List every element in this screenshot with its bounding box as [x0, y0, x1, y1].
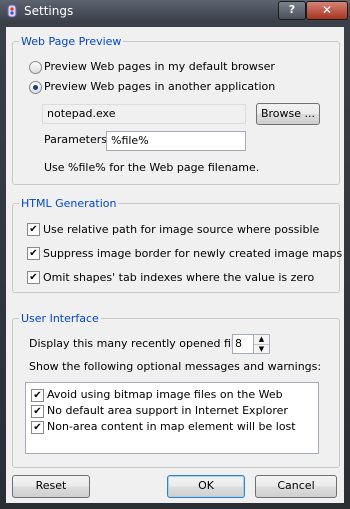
suppress-border-checkbox[interactable]: ✔: [27, 247, 40, 260]
another-application-label[interactable]: Preview Web pages in another application: [44, 80, 275, 93]
parameters-hint: Use %file% for the Web page filename.: [44, 161, 260, 174]
parameters-field[interactable]: %file%: [106, 131, 246, 151]
recent-files-label: Display this many recently opened files: [29, 337, 247, 350]
window-title: Settings: [24, 4, 74, 18]
recent-files-spinner[interactable]: ▲ ▼: [253, 334, 270, 354]
app-icon: [7, 4, 17, 18]
no-default-area-label[interactable]: No default area support in Internet Expl…: [47, 404, 288, 417]
html-generation-legend: HTML Generation: [21, 197, 117, 210]
spin-up-icon[interactable]: ▲: [254, 335, 269, 345]
no-default-area-checkbox[interactable]: ✔: [31, 405, 44, 418]
user-interface-legend: User Interface: [21, 312, 99, 325]
messages-label: Show the following optional messages and…: [29, 360, 322, 373]
parameters-label: Parameters: [44, 133, 107, 146]
application-path-field[interactable]: notepad.exe: [42, 104, 246, 124]
dialog-client-area: Web Page Preview Preview Web pages in my…: [6, 27, 344, 503]
settings-window: Settings ? ✕ Web Page Preview Preview We…: [0, 0, 350, 509]
close-button[interactable]: ✕: [306, 1, 348, 20]
web-page-preview-legend: Web Page Preview: [21, 35, 122, 48]
non-area-content-checkbox[interactable]: ✔: [31, 421, 44, 434]
default-browser-label[interactable]: Preview Web pages in my default browser: [44, 60, 275, 73]
relative-path-checkbox[interactable]: ✔: [27, 223, 40, 236]
help-button[interactable]: ?: [278, 1, 306, 20]
spin-down-icon[interactable]: ▼: [254, 345, 269, 354]
omit-tab-indexes-checkbox[interactable]: ✔: [27, 271, 40, 284]
relative-path-label[interactable]: Use relative path for image source where…: [43, 223, 319, 236]
reset-button[interactable]: Reset: [12, 475, 90, 498]
browse-button[interactable]: Browse ...: [256, 103, 320, 125]
non-area-content-label[interactable]: Non-area content in map element will be …: [47, 420, 296, 433]
recent-files-spinner-input[interactable]: 8: [232, 334, 254, 354]
suppress-border-label[interactable]: Suppress image border for newly created …: [43, 247, 342, 260]
radio-default-browser[interactable]: [29, 61, 42, 74]
avoid-bitmap-label[interactable]: Avoid using bitmap image files on the We…: [47, 388, 283, 401]
ok-button[interactable]: OK: [167, 475, 245, 498]
cancel-button[interactable]: Cancel: [255, 475, 337, 498]
omit-tab-indexes-label[interactable]: Omit shapes' tab indexes where the value…: [43, 271, 314, 284]
radio-another-application[interactable]: [29, 81, 42, 94]
avoid-bitmap-checkbox[interactable]: ✔: [31, 389, 44, 402]
title-bar[interactable]: Settings ? ✕: [0, 0, 350, 22]
